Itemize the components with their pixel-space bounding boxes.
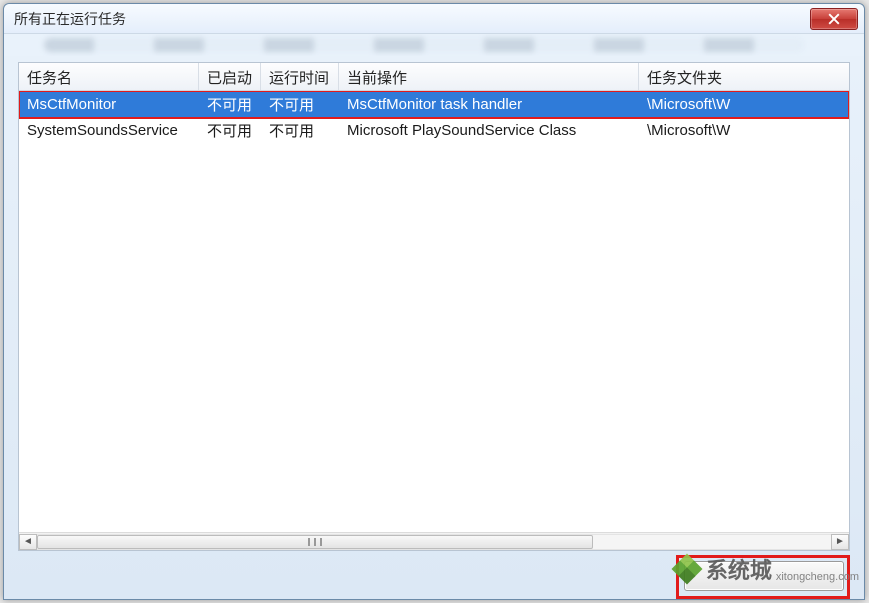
scroll-left-button[interactable]: ◄: [19, 534, 37, 550]
cell-operation: MsCtfMonitor task handler: [339, 96, 639, 113]
titlebar[interactable]: 所有正在运行任务: [4, 4, 864, 34]
col-header-runtime[interactable]: 运行时间: [261, 63, 339, 90]
toolbar-blurred: [4, 34, 864, 56]
rows-container: MsCtfMonitor 不可用 不可用 MsCtfMonitor task h…: [19, 91, 849, 532]
cell-runtime: 不可用: [261, 94, 339, 115]
col-header-launched[interactable]: 已启动: [199, 63, 261, 90]
cell-launched: 不可用: [199, 94, 261, 115]
window-title: 所有正在运行任务: [14, 9, 810, 29]
scroll-track[interactable]: [37, 534, 831, 550]
col-header-operation[interactable]: 当前操作: [339, 63, 639, 90]
column-headers: 任务名 已启动 运行时间 当前操作 任务文件夹: [19, 63, 849, 91]
cell-folder: \Microsoft\W: [639, 122, 849, 139]
col-header-folder[interactable]: 任务文件夹: [639, 63, 849, 90]
dialog-footer: [4, 551, 864, 599]
cell-folder: \Microsoft\W: [639, 96, 849, 113]
close-icon: [828, 13, 840, 25]
dialog-window: 所有正在运行任务 任务名 已启动 运行时间 当前操作 任务文件夹 MsCtfMo…: [3, 3, 865, 600]
cell-runtime: 不可用: [261, 120, 339, 141]
col-header-name[interactable]: 任务名: [19, 63, 199, 90]
table-row[interactable]: SystemSoundsService 不可用 不可用 Microsoft Pl…: [19, 117, 849, 143]
list-view: 任务名 已启动 运行时间 当前操作 任务文件夹 MsCtfMonitor 不可用…: [18, 62, 850, 551]
cell-operation: Microsoft PlaySoundService Class: [339, 122, 639, 139]
horizontal-scrollbar[interactable]: ◄ ►: [19, 532, 849, 550]
scroll-thumb[interactable]: [37, 535, 593, 549]
ok-button[interactable]: [684, 561, 844, 591]
table-row[interactable]: MsCtfMonitor 不可用 不可用 MsCtfMonitor task h…: [19, 91, 849, 117]
close-button[interactable]: [810, 8, 858, 30]
cell-name: MsCtfMonitor: [19, 96, 199, 113]
scroll-right-button[interactable]: ►: [831, 534, 849, 550]
cell-launched: 不可用: [199, 120, 261, 141]
cell-name: SystemSoundsService: [19, 122, 199, 139]
